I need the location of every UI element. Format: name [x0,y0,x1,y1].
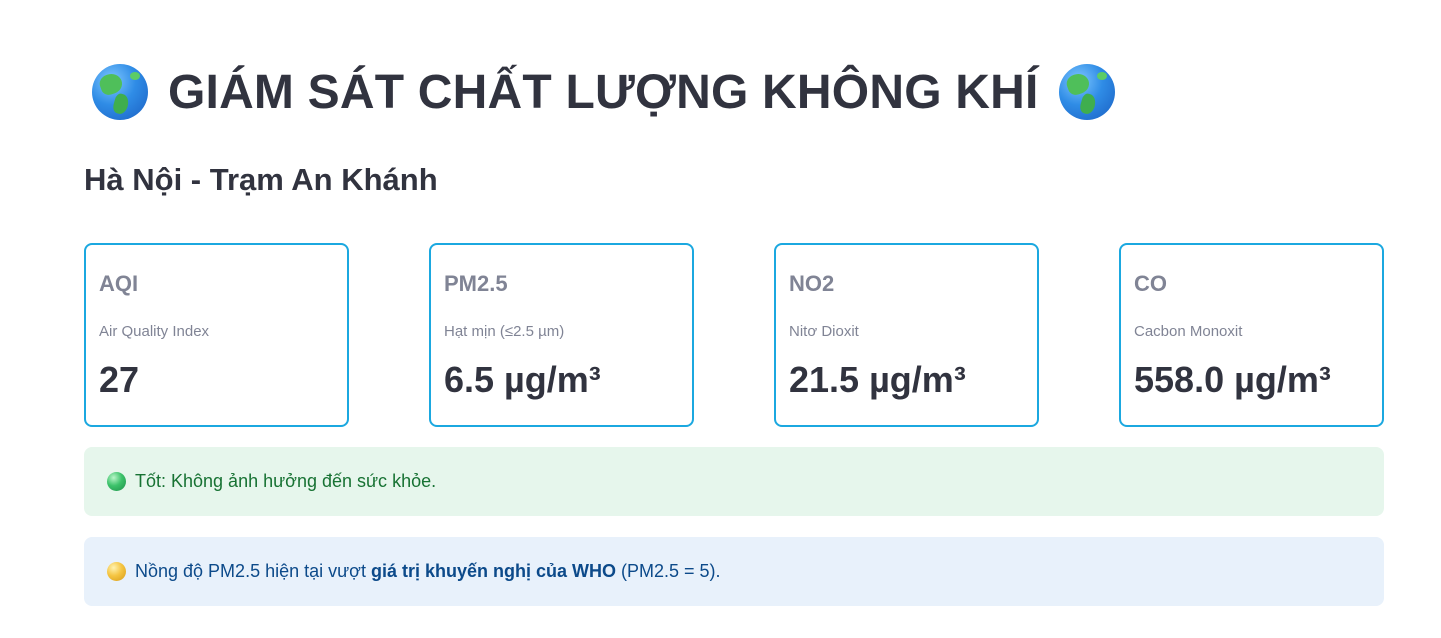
metric-label: CO [1134,271,1167,296]
metric-description: Air Quality Index [99,323,210,340]
who-alert-prefix: Nồng độ PM2.5 hiện tại vượt [135,561,371,581]
metric-description: Hạt mịn (≤2.5 µm) [444,323,565,340]
globe-americas-icon [92,64,148,120]
page: GIÁM SÁT CHẤT LƯỢNG KHÔNG KHÍ Hà Nội - T… [0,0,1441,638]
metric-value: 6.5 µg/m³ [444,359,601,400]
metric-value: 21.5 µg/m³ [789,359,966,400]
metric-label: PM2.5 [444,271,508,296]
page-title-text: GIÁM SÁT CHẤT LƯỢNG KHÔNG KHÍ [168,65,1039,119]
who-alert-text: Nồng độ PM2.5 hiện tại vượt giá trị khuy… [135,561,721,582]
who-guideline-alert: Nồng độ PM2.5 hiện tại vượt giá trị khuy… [84,537,1384,606]
metric-card-aqi: AQI Air Quality Index 27 [84,243,349,427]
green-circle-icon [107,472,126,491]
yellow-circle-icon [107,562,126,581]
metric-card-no2: NO2 Nitơ Dioxit 21.5 µg/m³ [774,243,1039,427]
air-quality-status-alert: Tốt: Không ảnh hưởng đến sức khỏe. [84,447,1384,516]
page-title: GIÁM SÁT CHẤT LƯỢNG KHÔNG KHÍ [92,60,1115,124]
globe-americas-icon [1058,64,1115,120]
metric-label: AQI [99,271,139,296]
station-subtitle: Hà Nội - Trạm An Khánh [84,162,438,197]
metric-card-pm25: PM2.5 Hạt mịn (≤2.5 µm) 6.5 µg/m³ [429,243,694,427]
status-alert-text: Tốt: Không ảnh hưởng đến sức khỏe. [135,471,437,491]
metric-value: 27 [99,359,140,400]
who-alert-emphasis: giá trị khuyến nghị của WHO [370,561,617,581]
metric-description: Nitơ Dioxit [789,323,859,340]
metric-cards: AQI Air Quality Index 27 PM2.5 Hạt mịn (… [84,243,1384,427]
who-alert-suffix: (PM2.5 = 5). [616,561,721,581]
metric-label: NO2 [789,271,835,296]
metric-description: Cacbon Monoxit [1134,323,1243,340]
metric-value: 558.0 µg/m³ [1134,359,1331,400]
metric-card-co: CO Cacbon Monoxit 558.0 µg/m³ [1119,243,1384,427]
